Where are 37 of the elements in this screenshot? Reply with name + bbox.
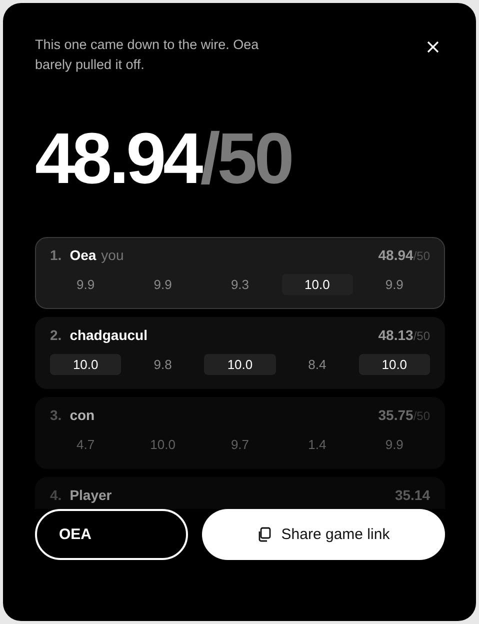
round-score: 10.0 — [282, 274, 353, 295]
player-rank: 1. — [50, 247, 62, 263]
player-score: 35.14 — [394, 487, 430, 503]
player-name-button[interactable]: OEA — [35, 509, 188, 560]
player-tag: you — [101, 247, 124, 263]
round-score: 10.0 — [204, 354, 276, 375]
player-score: 35.75 — [378, 407, 414, 423]
round-score: 8.4 — [307, 356, 328, 374]
total-score: 48.94 — [35, 119, 200, 199]
round-score: 4.7 — [76, 436, 96, 454]
player-score-max: /50 — [413, 249, 430, 263]
player-score: 48.94 — [378, 247, 414, 263]
round-score: 9.8 — [152, 356, 173, 374]
player-rank: 3. — [50, 407, 62, 423]
round-score: 9.9 — [384, 436, 404, 454]
player-rank: 4. — [50, 487, 62, 503]
round-score: 1.4 — [307, 436, 328, 454]
round-score: 10.0 — [358, 354, 430, 375]
round-score: 9.9 — [384, 276, 404, 294]
round-score: 9.3 — [230, 276, 250, 294]
round-score: 10.0 — [149, 436, 176, 454]
player-rank: 2. — [50, 327, 62, 343]
player-score-max: /50 — [413, 329, 430, 343]
player-name: con — [70, 407, 95, 423]
player-name: Player — [70, 487, 112, 503]
player-score: 48.13 — [378, 327, 414, 343]
round-score: 9.7 — [230, 436, 250, 454]
copy-icon — [257, 527, 272, 542]
player-name: chadgaucul — [70, 327, 148, 343]
result-message: This one came down to the wire. Oea barely pulled it off. — [35, 36, 260, 74]
round-score: 10.0 — [50, 354, 122, 375]
score-max: /50 — [200, 119, 292, 199]
player-name: Oea — [70, 247, 96, 263]
round-score: 9.9 — [152, 276, 173, 294]
close-icon — [427, 41, 439, 53]
share-button[interactable]: Share game link — [202, 509, 445, 560]
round-score: 9.9 — [76, 276, 96, 294]
